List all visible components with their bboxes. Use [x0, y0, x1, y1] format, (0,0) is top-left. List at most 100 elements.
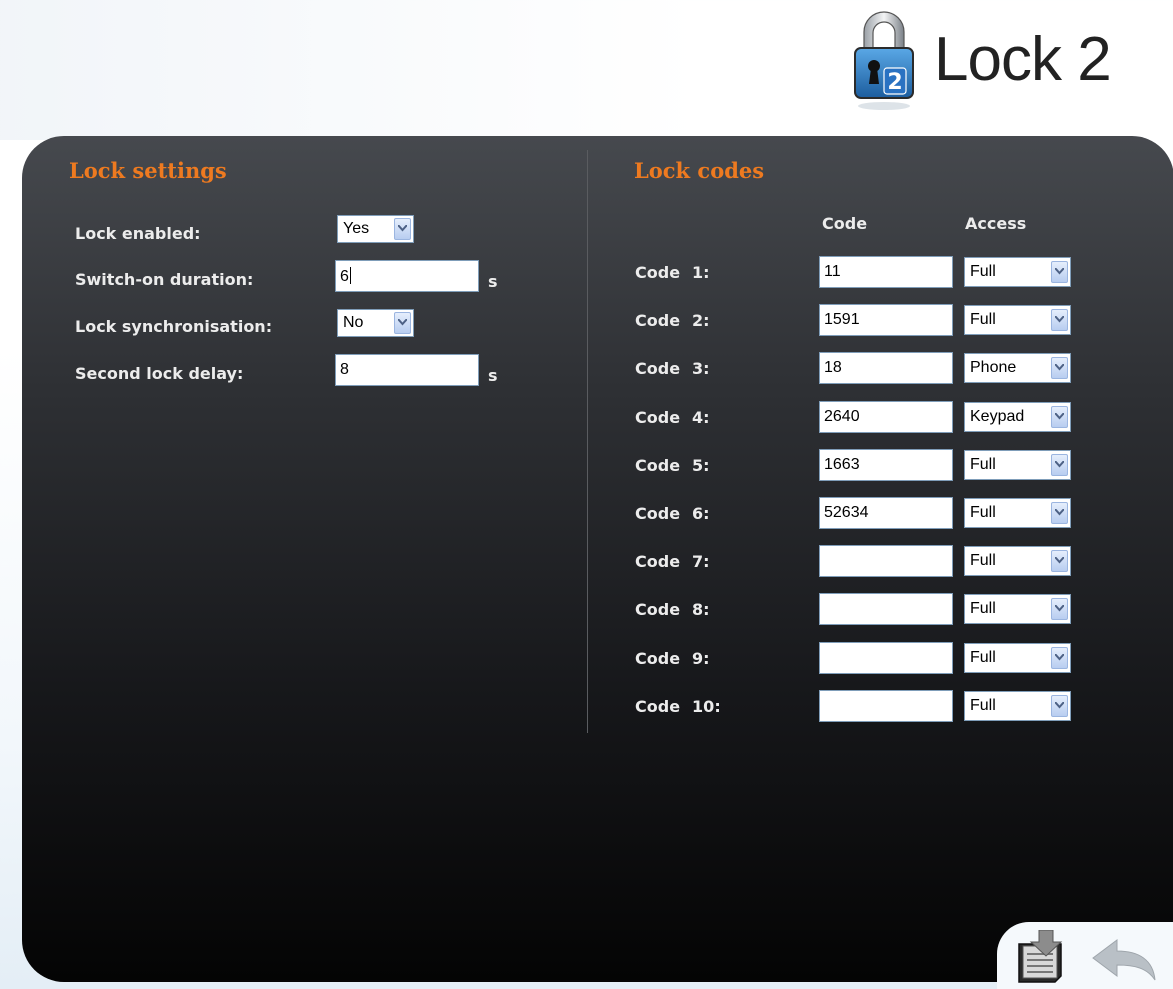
back-arrow-icon[interactable] [1091, 938, 1157, 982]
access-select[interactable]: Full [964, 594, 1071, 624]
code-row-label: Code 3: [635, 359, 710, 378]
code-row-label: Code 2: [635, 311, 710, 330]
chevron-down-icon[interactable] [1051, 357, 1068, 379]
chevron-down-icon[interactable] [1051, 550, 1068, 572]
code-input[interactable]: 52634 [819, 497, 953, 529]
code-value: 18 [824, 359, 842, 376]
access-value: Full [970, 311, 996, 328]
code-value: 2640 [824, 408, 860, 425]
lock-settings-title: Lock settings [69, 158, 227, 183]
chevron-down-icon[interactable] [394, 218, 411, 240]
second-lock-delay-input[interactable]: 8 [335, 354, 479, 386]
switch-on-duration-unit: s [488, 272, 498, 291]
access-value: Full [970, 504, 996, 521]
code-number: 10: [692, 697, 721, 716]
chevron-down-icon[interactable] [1051, 598, 1068, 620]
switch-on-duration-value: 6 [340, 268, 349, 285]
svg-text:2: 2 [887, 70, 902, 95]
code-input[interactable] [819, 642, 953, 674]
code-number: 4: [692, 408, 710, 427]
code-label-text: Code [635, 408, 681, 427]
switch-on-duration-label: Switch-on duration: [75, 270, 254, 289]
page-header: 2 Lock 2 [850, 6, 1150, 116]
access-value: Full [970, 649, 996, 666]
code-label-text: Code [635, 649, 681, 668]
text-caret [349, 267, 351, 284]
lock-enabled-select[interactable]: Yes [337, 215, 414, 243]
code-label-text: Code [635, 697, 681, 716]
code-input[interactable]: 1663 [819, 449, 953, 481]
code-number: 2: [692, 311, 710, 330]
code-value: 1663 [824, 456, 860, 473]
code-input[interactable]: 2640 [819, 401, 953, 433]
access-select[interactable]: Keypad [964, 402, 1071, 432]
code-label-text: Code [635, 552, 681, 571]
access-select[interactable]: Full [964, 498, 1071, 528]
code-number: 7: [692, 552, 710, 571]
code-label-text: Code [635, 600, 681, 619]
code-input[interactable] [819, 690, 953, 722]
access-select[interactable]: Full [964, 691, 1071, 721]
access-value: Full [970, 456, 996, 473]
access-value: Full [970, 263, 996, 280]
access-value: Full [970, 600, 996, 617]
code-value: 1591 [824, 311, 860, 328]
code-row-label: Code 9: [635, 649, 710, 668]
code-label-text: Code [635, 456, 681, 475]
code-input[interactable] [819, 593, 953, 625]
access-select[interactable]: Full [964, 450, 1071, 480]
chevron-down-icon[interactable] [1051, 647, 1068, 669]
access-column-header: Access [965, 214, 1027, 233]
access-select[interactable]: Full [964, 257, 1071, 287]
code-value: 11 [824, 263, 841, 280]
code-row-label: Code 7: [635, 552, 710, 571]
lock-synchronisation-select[interactable]: No [337, 309, 414, 337]
access-select[interactable]: Full [964, 546, 1071, 576]
save-icon[interactable] [1015, 930, 1081, 986]
code-number: 6: [692, 504, 710, 523]
panel-divider [587, 150, 588, 733]
lock-synchronisation-label: Lock synchronisation: [75, 317, 273, 336]
lock-enabled-value: Yes [343, 220, 370, 237]
access-select[interactable]: Phone [964, 353, 1071, 383]
header-background [0, 0, 700, 140]
access-value: Phone [970, 359, 1017, 376]
code-column-header: Code [822, 214, 868, 233]
code-number: 5: [692, 456, 710, 475]
chevron-down-icon[interactable] [1051, 502, 1068, 524]
chevron-down-icon[interactable] [1051, 454, 1068, 476]
code-value: 52634 [824, 504, 869, 521]
code-label-text: Code [635, 263, 681, 282]
chevron-down-icon[interactable] [1051, 695, 1068, 717]
access-select[interactable]: Full [964, 305, 1071, 335]
code-input[interactable]: 18 [819, 352, 953, 384]
code-label-text: Code [635, 359, 681, 378]
second-lock-delay-value: 8 [340, 361, 349, 378]
page-title: Lock 2 [934, 25, 1112, 94]
code-number: 9: [692, 649, 710, 668]
lock-codes-title: Lock codes [634, 158, 765, 183]
code-number: 8: [692, 600, 710, 619]
chevron-down-icon[interactable] [1051, 406, 1068, 428]
access-value: Full [970, 552, 996, 569]
second-lock-delay-label: Second lock delay: [75, 364, 244, 383]
access-select[interactable]: Full [964, 643, 1071, 673]
chevron-down-icon[interactable] [394, 312, 411, 334]
code-row-label: Code 1: [635, 263, 710, 282]
code-row-label: Code 8: [635, 600, 710, 619]
code-number: 1: [692, 263, 710, 282]
access-value: Keypad [970, 408, 1025, 425]
code-input[interactable] [819, 545, 953, 577]
switch-on-duration-input[interactable]: 6 [335, 260, 479, 292]
padlock-icon: 2 [854, 11, 914, 110]
access-value: Full [970, 697, 996, 714]
chevron-down-icon[interactable] [1051, 261, 1068, 283]
code-row-label: Code 5: [635, 456, 710, 475]
chevron-down-icon[interactable] [1051, 309, 1068, 331]
code-number: 3: [692, 359, 710, 378]
lock-enabled-label: Lock enabled: [75, 224, 201, 243]
code-input[interactable]: 1591 [819, 304, 953, 336]
code-label-text: Code [635, 311, 681, 330]
second-lock-delay-unit: s [488, 366, 498, 385]
code-input[interactable]: 11 [819, 256, 953, 288]
